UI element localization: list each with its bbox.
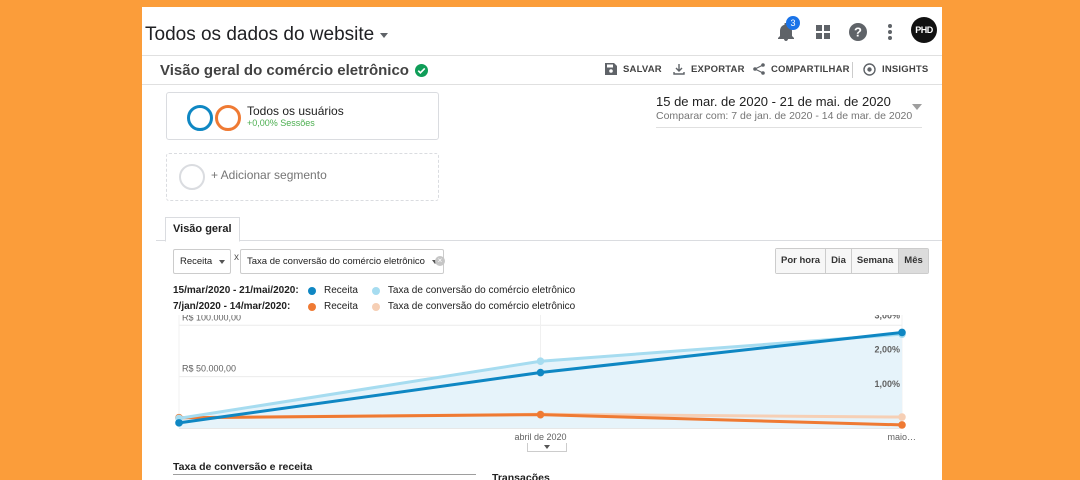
report-content: Todos os usuários +0,00% Sessões + Adici… <box>156 85 942 480</box>
data-point <box>898 328 906 337</box>
line-chart[interactable]: R$ 100.000,00 R$ 50.000,00 3,00% 2,00% 1,00%… <box>156 315 942 445</box>
legend-label: Taxa de conversão do comércio eletrônico <box>387 285 576 296</box>
legend-label: Receita <box>324 285 358 296</box>
notifications-button[interactable]: 3 <box>775 16 800 43</box>
data-point <box>898 413 906 421</box>
export-button[interactable]: EXPORTAR <box>673 63 745 75</box>
legend-item[interactable]: Taxa de conversão do comércio eletrônico <box>371 301 576 312</box>
toolbar-divider <box>852 62 853 78</box>
add-segment-label: + Adicionar segmento <box>211 168 327 182</box>
tab-overview[interactable]: Visão geral <box>165 217 240 242</box>
date-range-picker[interactable]: 15 de mar. de 2020 - 21 de mai. de 2020 … <box>656 94 922 128</box>
legend-item[interactable]: Receita <box>308 285 358 296</box>
y-tick-label-right: 2,00% <box>874 345 900 355</box>
primary-metric-select[interactable]: Receita <box>173 249 232 274</box>
analytics-app: Todos os dados do website 3 ? PHD Visão … <box>142 7 942 480</box>
top-bar: Todos os dados do website 3 ? PHD <box>142 7 942 56</box>
date-range-compare: Comparar com: 7 de jan. de 2020 - 14 de … <box>656 110 913 122</box>
y-tick-label-right: 3,00% <box>874 315 900 320</box>
data-point <box>536 410 545 419</box>
segment-sessions-change: +0,00% Sessões <box>247 118 315 128</box>
date-range-underline <box>656 127 922 128</box>
legend-dot <box>308 286 316 295</box>
account-title: Todos os dados do website <box>145 24 375 45</box>
share-button[interactable]: COMPARTILHAR <box>753 63 850 75</box>
add-segment-button[interactable]: + Adicionar segmento <box>166 153 439 201</box>
apps-grid-icon <box>816 25 830 39</box>
more-menu-button[interactable] <box>879 21 901 43</box>
granularity-toggle: Por hora Dia Semana Mês <box>775 248 929 274</box>
empty-segment-circle-icon <box>179 164 205 190</box>
y-tick-label-left: R$ 100.000,00 <box>182 315 241 322</box>
y-tick-label-left: R$ 50.000,00 <box>182 364 236 374</box>
select-caret-icon <box>219 260 226 264</box>
share-label: COMPARTILHAR <box>771 63 850 75</box>
help-icon: ? <box>849 23 867 41</box>
legend-dot <box>308 302 316 311</box>
hour-button[interactable]: Por hora <box>776 249 827 273</box>
data-point <box>898 421 906 429</box>
save-label: SALVAR <box>623 63 662 75</box>
date-range-main: 15 de mar. de 2020 - 21 de mai. de 2020 <box>656 94 891 109</box>
month-button[interactable]: Mês <box>899 249 928 273</box>
section-transactions: Transações <box>492 472 550 480</box>
segment-card[interactable]: Todos os usuários +0,00% Sessões <box>166 92 439 140</box>
report-tabs: Visão geral <box>156 216 942 242</box>
notification-badge: 3 <box>786 16 800 30</box>
legend-previous-range: 7/jan/2020 - 14/mar/2020: <box>173 301 291 312</box>
week-button[interactable]: Semana <box>851 249 900 273</box>
legend-current: 15/mar/2020 - 21/mai/2020: Receita Taxa … <box>173 285 589 296</box>
insights-label: INSIGHTS <box>882 64 929 75</box>
remove-metric-button[interactable]: × <box>435 256 445 266</box>
insights-icon <box>863 63 876 76</box>
more-vert-icon <box>888 24 892 40</box>
primary-metric-value: Receita <box>180 256 213 267</box>
page-title: Visão geral do comércio eletrônico <box>160 62 428 79</box>
section-underline <box>173 474 476 475</box>
report-header: Visão geral do comércio eletrônico SALVA… <box>142 56 942 85</box>
report-title: Visão geral do comércio eletrônico <box>160 62 409 79</box>
data-point <box>536 368 545 377</box>
legend-previous: 7/jan/2020 - 14/mar/2020: Receita Taxa d… <box>173 301 589 312</box>
segment-name: Todos os usuários <box>247 104 344 118</box>
legend-dot <box>371 302 380 311</box>
avatar[interactable]: PHD <box>911 17 937 43</box>
apps-button[interactable] <box>812 21 834 43</box>
verified-check-icon <box>414 64 428 77</box>
legend-item[interactable]: Taxa de conversão do comércio eletrônico <box>371 285 576 296</box>
x-tick-label: maio… <box>887 432 916 442</box>
legend-dot <box>371 286 380 295</box>
y-tick-label-right: 1,00% <box>874 379 900 389</box>
svg-text:?: ? <box>854 25 862 40</box>
chevron-down-icon <box>544 445 550 449</box>
legend-item[interactable]: Receita <box>308 301 358 312</box>
account-selector[interactable]: Todos os dados do website <box>145 24 389 46</box>
data-point <box>175 419 183 427</box>
legend-label: Receita <box>324 301 358 312</box>
expand-chart-button[interactable] <box>527 443 567 452</box>
share-icon <box>753 63 765 75</box>
secondary-metric-value: Taxa de conversão do comércio eletrônico <box>247 256 425 267</box>
chevron-down-icon <box>912 104 922 110</box>
caret-down-icon <box>380 32 389 38</box>
save-button[interactable]: SALVAR <box>605 63 662 75</box>
legend-current-range: 15/mar/2020 - 21/mai/2020: <box>173 285 299 296</box>
day-button[interactable]: Dia <box>826 249 852 273</box>
secondary-metric-select[interactable]: Taxa de conversão do comércio eletrônico <box>240 249 444 274</box>
legend-label: Taxa de conversão do comércio eletrônico <box>387 301 576 312</box>
save-icon <box>605 63 617 75</box>
x-tick-label: abril de 2020 <box>514 432 566 442</box>
help-button[interactable]: ? <box>847 21 869 43</box>
section-conversion-revenue: Taxa de conversão e receita <box>173 461 313 473</box>
metric-separator: x <box>234 252 239 263</box>
data-point <box>536 357 545 366</box>
segment-circles-icon <box>187 105 241 131</box>
export-icon <box>673 64 685 75</box>
avatar-initials: PHD <box>915 25 933 35</box>
insights-button[interactable]: INSIGHTS <box>863 63 928 76</box>
export-label: EXPORTAR <box>691 63 745 75</box>
